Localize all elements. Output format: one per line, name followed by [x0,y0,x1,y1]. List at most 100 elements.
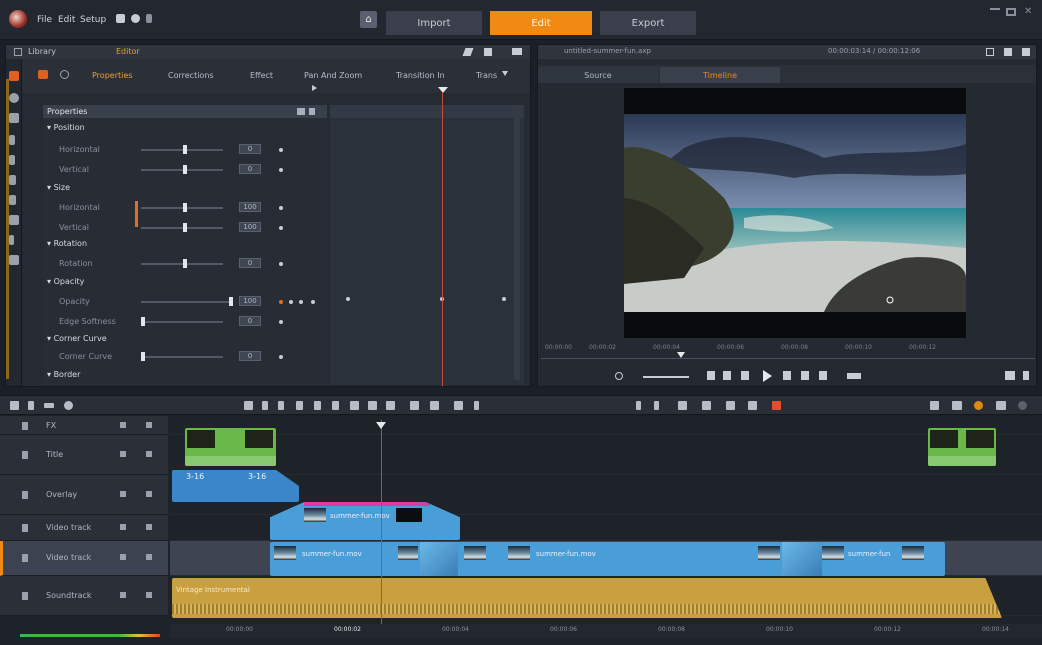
editor-tab[interactable]: Editor [116,47,140,56]
keyframe-icon[interactable] [279,355,283,359]
keyframe-icon[interactable] [279,320,283,324]
zoom-fit-icon[interactable] [952,401,962,410]
slider-track[interactable] [141,169,223,171]
track-toggle[interactable] [120,592,126,598]
slider-knob[interactable] [183,223,187,232]
value-field[interactable]: 100 [239,296,261,306]
keyframe-graph[interactable] [330,105,524,385]
expand-icon[interactable] [512,48,522,55]
track-header-fx[interactable]: FX [0,416,168,435]
value-field[interactable]: 0 [239,351,261,361]
film-icon[interactable] [748,401,757,410]
cut-icon[interactable] [262,401,268,410]
prev-frame-icon[interactable] [723,371,731,380]
save-icon[interactable] [116,14,125,23]
go-end-icon[interactable] [819,371,827,380]
brush-icon[interactable] [9,135,15,145]
search-icon[interactable] [1018,401,1027,410]
settings-icon[interactable] [1022,48,1030,56]
tab-transition-in[interactable]: Transition In [396,71,445,80]
slider-track[interactable] [141,207,223,209]
export-tab[interactable]: Export [600,11,696,35]
tab-transition-out[interactable]: Trans [476,71,497,80]
overlay-clip[interactable]: 3-16 3-16 [172,470,299,502]
audio-icon[interactable] [60,70,69,79]
library-tab[interactable]: Library [28,47,56,56]
title-clip-end[interactable] [928,428,996,466]
preview-menu-icon[interactable] [1023,371,1029,380]
marker-out-icon[interactable] [654,401,659,410]
track-toggle[interactable] [120,451,126,457]
title-clip[interactable] [185,428,276,466]
chevron-down-icon[interactable] [502,71,508,76]
slider-knob[interactable] [229,297,233,306]
track-toggle[interactable] [120,554,126,560]
home-button[interactable]: ⌂ [360,11,377,28]
keyframe-icon[interactable] [279,206,283,210]
more-icon[interactable] [474,401,479,410]
graph-scrollbar[interactable] [514,105,520,380]
tab-effect[interactable]: Effect [250,71,273,80]
value-field[interactable]: 0 [239,316,261,326]
track-visibility-icon[interactable] [146,451,152,457]
split-icon[interactable] [296,401,303,410]
timeline-settings-icon[interactable] [64,401,73,410]
maximize-icon[interactable] [1006,8,1016,16]
slider-track[interactable] [141,301,229,303]
transition[interactable] [420,542,458,576]
tab-properties[interactable]: Properties [92,71,132,80]
text-icon[interactable] [9,195,16,205]
volume-icon[interactable] [615,372,623,380]
next-keyframe-icon[interactable] [299,300,303,304]
track-visibility-icon[interactable] [146,592,152,598]
fx-icon[interactable] [410,401,419,410]
value-field[interactable]: 0 [239,164,261,174]
transitions-icon[interactable] [9,113,19,123]
slider-knob[interactable] [183,145,187,154]
marker-icon[interactable] [332,401,339,410]
collapse-icon[interactable] [297,108,305,115]
keyframe-marker[interactable] [346,297,350,301]
keyframe-marker[interactable] [502,297,506,301]
import-tab[interactable]: Import [386,11,482,35]
value-field[interactable]: 100 [239,222,261,232]
slider-knob[interactable] [183,203,187,212]
slider-knob[interactable] [141,352,145,361]
grid-icon[interactable] [9,255,19,265]
keyframe-icon[interactable] [279,168,283,172]
keyframe-icon[interactable] [279,148,283,152]
zoom-active-icon[interactable] [974,401,983,410]
fullscreen-icon[interactable] [986,48,994,56]
scrub-playhead-icon[interactable] [677,352,685,358]
delete-icon[interactable] [350,401,359,410]
edit-tab[interactable]: Edit [490,11,592,35]
track-header-video-1[interactable]: Video track [0,515,168,541]
color-icon[interactable] [430,401,439,410]
link-icon[interactable] [44,403,54,408]
tab-corrections[interactable]: Corrections [168,71,214,80]
preview-settings-icon[interactable] [1005,371,1015,380]
keyframe-icon[interactable] [279,300,283,304]
track-toggle[interactable] [120,422,126,428]
rewind-icon[interactable] [741,371,749,380]
snapshot-icon[interactable] [368,401,377,410]
storyboard-icon[interactable] [726,401,735,410]
text-tool-icon[interactable] [278,401,284,410]
timeline-ruler[interactable]: 00:00:00 00:00:02 00:00:04 00:00:06 00:0… [170,624,1042,638]
volume-slider[interactable] [643,376,689,378]
graph-playhead-icon[interactable] [438,87,448,93]
menu-edit[interactable]: Edit [58,15,75,25]
undo-icon[interactable] [131,14,140,23]
slider-track[interactable] [141,356,223,358]
slider-track[interactable] [141,321,223,323]
soundtrack-clip[interactable]: Vintage Instrumental [172,578,1002,618]
clip-marker-icon[interactable] [678,401,687,410]
value-field[interactable]: 0 [239,144,261,154]
slider-track[interactable] [141,263,223,265]
track-header-overlay[interactable]: Overlay [0,475,168,515]
edit-icon[interactable] [462,48,474,56]
track-visibility-icon[interactable] [146,422,152,428]
video-clip-a[interactable]: summer-fun.mov [270,502,460,540]
lock-icon[interactable] [309,108,315,115]
detach-icon[interactable] [1004,48,1012,56]
